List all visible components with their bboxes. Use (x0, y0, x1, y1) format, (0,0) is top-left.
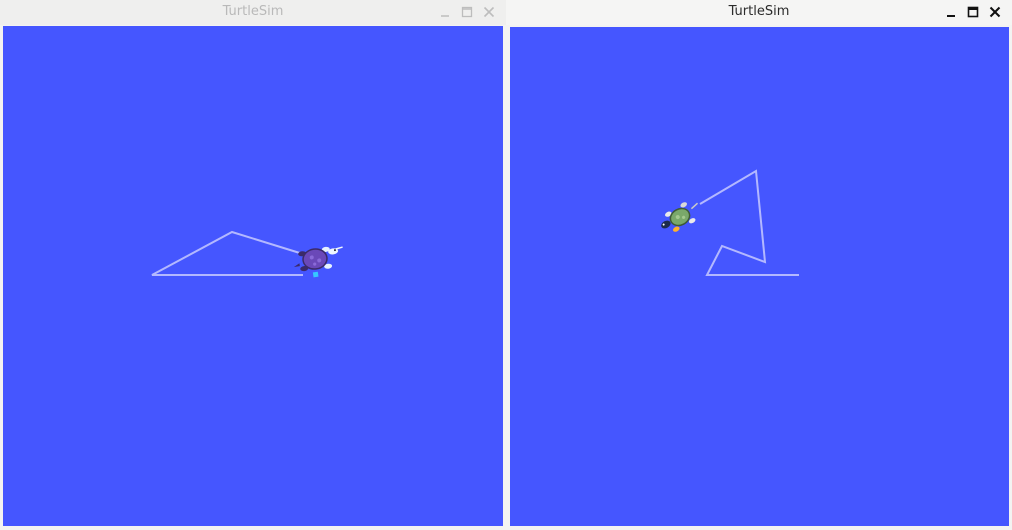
turtle-icon (661, 202, 699, 232)
turtle-drawing (661, 169, 799, 276)
close-button[interactable] (478, 3, 500, 21)
window-controls (434, 3, 500, 21)
maximize-button[interactable] (456, 3, 478, 21)
titlebar[interactable]: TurtleSim (0, 0, 506, 25)
turtle-trail (151, 230, 304, 276)
turtle-canvas (3, 26, 503, 526)
maximize-icon (461, 6, 473, 18)
minimize-button[interactable] (434, 3, 456, 21)
turtlesim-window-left[interactable]: TurtleSim (0, 0, 506, 530)
desktop: TurtleSim TurtleSim (0, 0, 1012, 530)
close-button[interactable] (984, 3, 1006, 21)
maximize-button[interactable] (962, 3, 984, 21)
turtle-trail (699, 169, 799, 276)
close-icon (483, 6, 495, 18)
titlebar[interactable]: TurtleSim (506, 0, 1012, 25)
minimize-icon (947, 15, 955, 17)
window-title: TurtleSim (222, 4, 284, 19)
turtlesim-window-right[interactable]: TurtleSim (506, 0, 1012, 530)
turtle-canvas (510, 27, 1009, 526)
close-icon (989, 6, 1001, 18)
window-title: TurtleSim (728, 4, 790, 19)
minimize-button[interactable] (940, 3, 962, 21)
minimize-icon (441, 15, 449, 17)
window-controls (940, 3, 1006, 21)
maximize-icon (967, 6, 979, 18)
turtle-drawing (151, 230, 343, 278)
